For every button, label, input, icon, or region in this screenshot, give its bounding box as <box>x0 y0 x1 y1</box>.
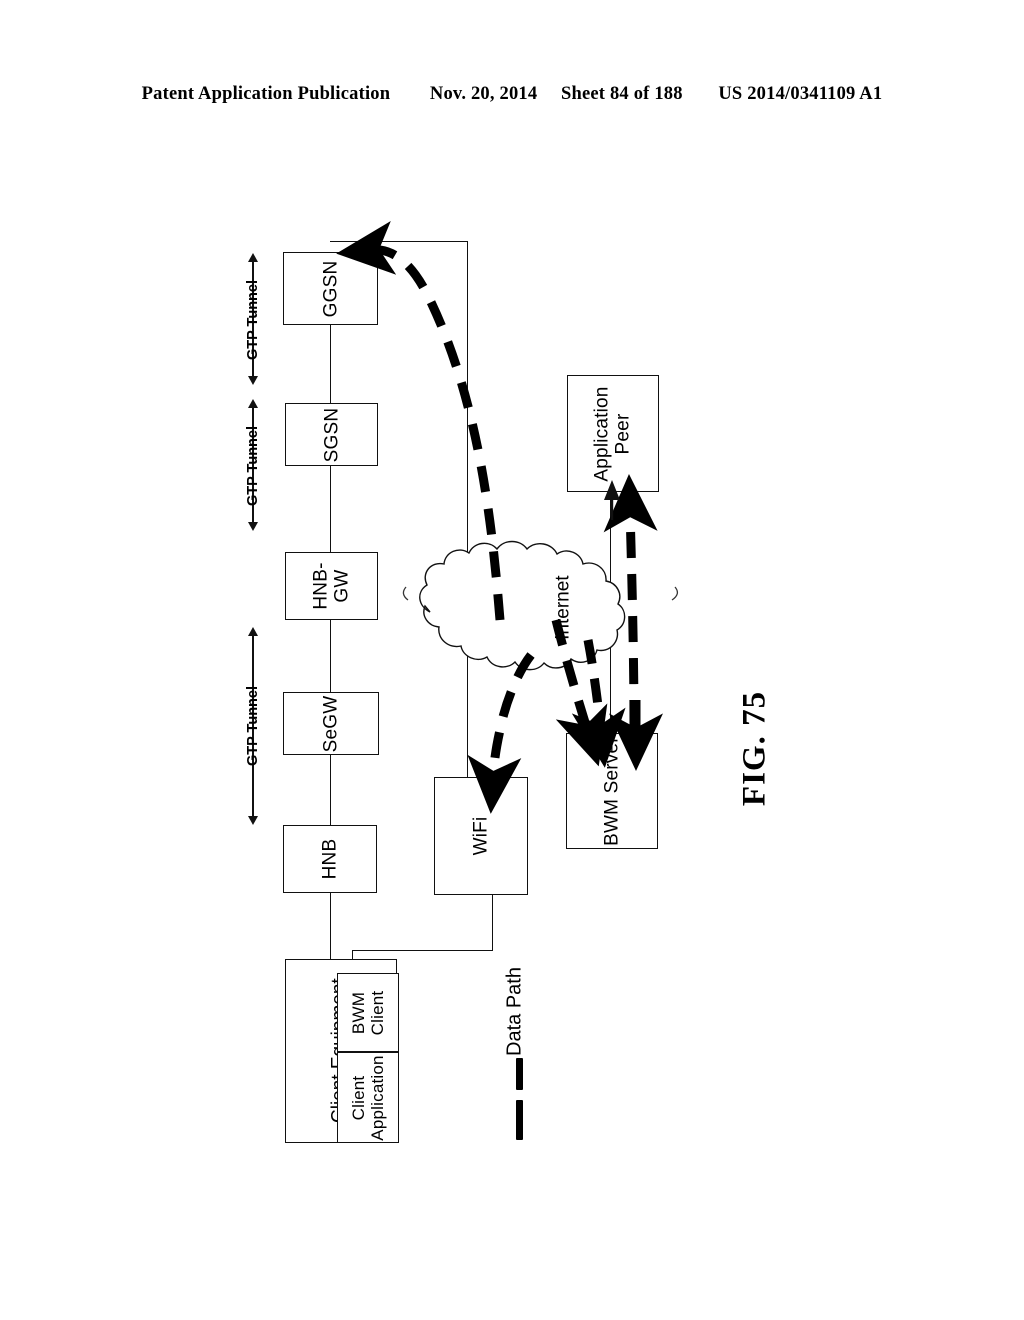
legend-dash-2 <box>516 1100 523 1140</box>
wire-wifi-down <box>492 895 494 951</box>
node-application-peer-line2: Peer <box>613 413 634 454</box>
wire-ggsn-to-wifi-vertical <box>467 241 469 778</box>
node-segw-label: SeGW <box>320 695 342 752</box>
gtp-tunnel-label-2: GTP Tunnel <box>245 425 261 507</box>
node-client-application-line2: Application <box>368 1054 387 1141</box>
node-ggsn-label: GGSN <box>319 260 341 317</box>
node-ggsn[interactable]: GGSN <box>283 252 378 325</box>
legend-data-path-label: Data Path <box>503 967 526 1056</box>
node-hnb-gw[interactable]: HNB- GW <box>285 552 378 620</box>
node-hnb-label: HNB <box>319 838 341 880</box>
wire-ggsn-sgsn <box>330 325 332 403</box>
node-client-application-line1: Client <box>348 1075 368 1120</box>
node-application-peer-line1: Application <box>591 385 613 482</box>
node-hnb-gw-label-line1: HNB- <box>310 562 332 610</box>
node-client-application[interactable]: Client Application <box>337 1052 399 1143</box>
node-wifi-label: WiFi <box>470 816 492 856</box>
node-hnb-gw-label-line2: GW <box>331 569 353 603</box>
node-wifi[interactable]: WiFi <box>434 777 528 895</box>
legend-dash-1 <box>516 1058 523 1090</box>
node-application-peer-label: Application Peer <box>592 386 635 481</box>
data-path-cloud-to-wifi <box>467 652 535 814</box>
node-sgsn[interactable]: SGSN <box>285 403 378 466</box>
node-bwm-client-line1: BWM <box>348 991 368 1034</box>
wire-cloud-to-bwm-server <box>610 585 612 733</box>
wire-bwm-server-to-app-peer <box>610 492 612 588</box>
data-path-bwm-server-to-application-peer <box>603 474 658 727</box>
internet-cloud-layer <box>402 540 679 671</box>
node-internet-label: Internet <box>552 575 574 640</box>
node-bwm-client-label: BWM Client <box>349 990 387 1035</box>
data-path-cloud-to-bwm-server-b <box>571 639 626 768</box>
node-bwm-server[interactable]: BWM Server <box>566 733 658 849</box>
figure-number-label: FIG. 75 <box>736 690 773 807</box>
thin-arrow-layer <box>604 480 620 520</box>
wire-ggsn-top-horizontal <box>330 241 468 243</box>
data-path-layer <box>336 220 664 814</box>
wire-wifi-to-bwm-client <box>352 950 493 952</box>
wire-segw-hnb <box>330 755 332 825</box>
gtp-tunnel-label-1: GTP Tunnel <box>245 279 261 361</box>
node-hnb-gw-label: HNB- GW <box>310 562 353 609</box>
node-bwm-client[interactable]: BWM Client <box>337 973 399 1052</box>
gtp-tunnel-label-3: GTP Tunnel <box>245 685 261 767</box>
node-bwm-client-line2: Client <box>368 990 387 1035</box>
wire-sgsn-hnbgw <box>330 466 332 552</box>
wire-hnb-client-equipment <box>330 893 332 959</box>
patent-figure-75: GGSN SGSN HNB- GW SeGW HNB WiFi Applicat… <box>0 0 1024 1320</box>
node-application-peer[interactable]: Application Peer <box>567 375 659 492</box>
wire-hnbgw-segw <box>330 620 332 692</box>
internet-cloud-scallops <box>402 586 679 601</box>
internet-cloud-shape <box>419 540 626 671</box>
node-sgsn-label: SGSN <box>320 407 342 462</box>
data-path-cloud-to-ggsn <box>336 220 505 621</box>
node-client-application-label: Client Application <box>349 1055 387 1140</box>
node-bwm-server-label: BWM Server <box>601 736 623 846</box>
node-hnb[interactable]: HNB <box>283 825 377 893</box>
node-segw[interactable]: SeGW <box>283 692 379 755</box>
